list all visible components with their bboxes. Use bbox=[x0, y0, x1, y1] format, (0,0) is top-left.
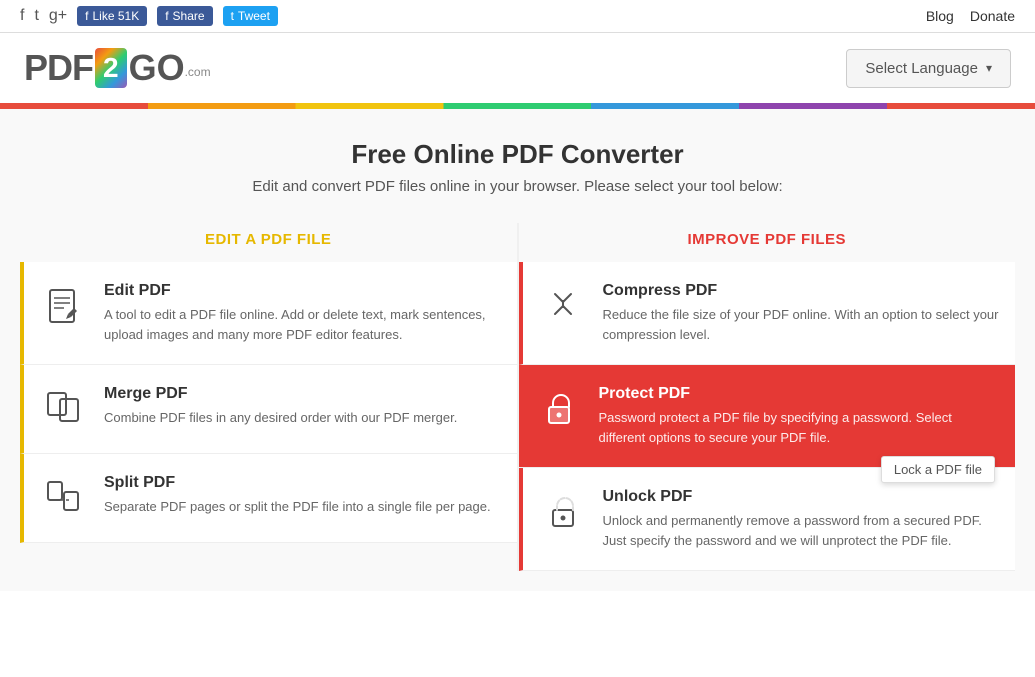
share-label: Share bbox=[173, 9, 205, 23]
top-bar-right: Blog Donate bbox=[926, 8, 1015, 24]
unlock-pdf-icon bbox=[539, 488, 587, 536]
twitter-icon[interactable]: t bbox=[34, 7, 38, 25]
facebook-icon[interactable]: f bbox=[20, 7, 24, 25]
merge-pdf-title: Merge PDF bbox=[104, 385, 501, 403]
tw-icon: t bbox=[231, 9, 234, 23]
unlock-pdf-desc: Unlock and permanently remove a password… bbox=[603, 511, 1000, 550]
merge-pdf-icon bbox=[40, 385, 88, 433]
merge-pdf-card[interactable]: Merge PDF Combine PDF files in any desir… bbox=[20, 365, 517, 454]
logo-com-text: .com bbox=[185, 65, 211, 79]
select-language-button[interactable]: Select Language bbox=[846, 49, 1011, 88]
facebook-like-button[interactable]: f Like 51K bbox=[77, 6, 147, 26]
twitter-tweet-button[interactable]: t Tweet bbox=[223, 6, 278, 26]
compress-pdf-content: Compress PDF Reduce the file size of you… bbox=[603, 282, 1000, 344]
compress-pdf-card[interactable]: Compress PDF Reduce the file size of you… bbox=[519, 262, 1016, 365]
split-pdf-content: Split PDF Separate PDF pages or split th… bbox=[104, 474, 501, 517]
header: PDF 2 GO .com Select Language bbox=[0, 33, 1035, 103]
main-content: Free Online PDF Converter Edit and conve… bbox=[0, 109, 1035, 591]
edit-pdf-icon bbox=[40, 282, 88, 330]
blog-link[interactable]: Blog bbox=[926, 8, 954, 24]
protect-pdf-title: Protect PDF bbox=[599, 385, 1000, 403]
split-pdf-icon bbox=[40, 474, 88, 522]
merge-pdf-desc: Combine PDF files in any desired order w… bbox=[104, 408, 501, 428]
facebook-share-button[interactable]: f Share bbox=[157, 6, 212, 26]
top-bar: f t g+ f Like 51K f Share t Tweet Blog D… bbox=[0, 0, 1035, 33]
compress-pdf-icon bbox=[539, 282, 587, 330]
lock-tooltip: Lock a PDF file bbox=[881, 456, 995, 483]
split-pdf-desc: Separate PDF pages or split the PDF file… bbox=[104, 497, 501, 517]
edit-pdf-desc: A tool to edit a PDF file online. Add or… bbox=[104, 305, 501, 344]
fb-icon: f bbox=[85, 9, 88, 23]
tool-columns: EDIT A PDF FILE Edit PDF A tool to edi bbox=[20, 223, 1015, 571]
logo-number: 2 bbox=[95, 48, 127, 88]
unlock-pdf-content: Unlock PDF Unlock and permanently remove… bbox=[603, 488, 1000, 550]
edit-pdf-title: Edit PDF bbox=[104, 282, 501, 300]
fb-share-icon: f bbox=[165, 9, 168, 23]
logo-go-text: GO bbox=[129, 47, 185, 89]
left-col-header: EDIT A PDF FILE bbox=[20, 223, 517, 262]
protect-pdf-card[interactable]: Protect PDF Password protect a PDF file … bbox=[519, 365, 1016, 468]
donate-link[interactable]: Donate bbox=[970, 8, 1015, 24]
hero-subtitle: Edit and convert PDF files online in you… bbox=[20, 178, 1015, 195]
unlock-pdf-card[interactable]: Unlock PDF Unlock and permanently remove… bbox=[519, 468, 1016, 571]
protect-pdf-desc: Password protect a PDF file by specifyin… bbox=[599, 408, 1000, 447]
tweet-label: Tweet bbox=[238, 9, 270, 23]
hero-title: Free Online PDF Converter bbox=[20, 139, 1015, 170]
merge-pdf-content: Merge PDF Combine PDF files in any desir… bbox=[104, 385, 501, 428]
left-column: EDIT A PDF FILE Edit PDF A tool to edi bbox=[20, 223, 519, 571]
split-pdf-title: Split PDF bbox=[104, 474, 501, 492]
right-col-header: IMPROVE PDF FILES bbox=[519, 223, 1016, 262]
edit-pdf-card[interactable]: Edit PDF A tool to edit a PDF file onlin… bbox=[20, 262, 517, 365]
right-column: IMPROVE PDF FILES Compress PDF Reduce th… bbox=[519, 223, 1016, 571]
logo-pdf-text: PDF bbox=[24, 47, 93, 89]
edit-pdf-content: Edit PDF A tool to edit a PDF file onlin… bbox=[104, 282, 501, 344]
like-label: Like 51K bbox=[93, 9, 140, 23]
logo[interactable]: PDF 2 GO .com bbox=[24, 47, 211, 89]
protect-pdf-content: Protect PDF Password protect a PDF file … bbox=[599, 385, 1000, 447]
top-bar-left: f t g+ f Like 51K f Share t Tweet bbox=[20, 6, 278, 26]
protect-pdf-icon bbox=[535, 385, 583, 433]
compress-pdf-desc: Reduce the file size of your PDF online.… bbox=[603, 305, 1000, 344]
select-language-label: Select Language bbox=[865, 60, 978, 77]
unlock-pdf-title: Unlock PDF bbox=[603, 488, 1000, 506]
googleplus-icon[interactable]: g+ bbox=[49, 7, 67, 25]
compress-pdf-title: Compress PDF bbox=[603, 282, 1000, 300]
split-pdf-card[interactable]: Split PDF Separate PDF pages or split th… bbox=[20, 454, 517, 543]
